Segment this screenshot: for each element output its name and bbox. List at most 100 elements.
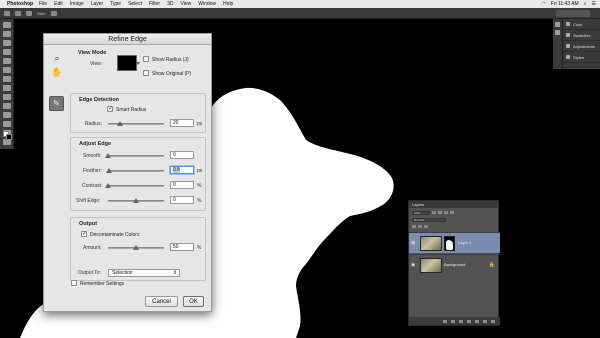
panel-item-adjustments[interactable]: Adjustments — [563, 41, 600, 52]
crop-tool-icon[interactable] — [2, 58, 11, 64]
remember-settings-checkbox[interactable] — [71, 280, 77, 286]
options-bar: Size: — [0, 8, 600, 19]
clock[interactable]: Fri 11:43 AM — [551, 1, 579, 7]
visibility-eye-icon[interactable]: ◉ — [411, 240, 415, 246]
smooth-slider[interactable] — [105, 153, 164, 158]
layers-tab[interactable]: Layers — [409, 201, 498, 208]
amount-slider-thumb[interactable] — [133, 245, 139, 250]
filter-type-icon[interactable] — [444, 211, 448, 214]
home-icon[interactable] — [4, 10, 10, 16]
shift-edge-field[interactable]: 0 — [170, 196, 194, 204]
contrast-field[interactable]: 0 — [170, 181, 194, 189]
show-original-checkbox[interactable] — [143, 70, 149, 76]
lasso-tool-icon[interactable] — [2, 40, 11, 46]
layer-row-layer-1[interactable]: ◉ Layer 1 — [409, 232, 500, 253]
adjustment-layer-icon[interactable] — [467, 319, 471, 323]
radius-slider[interactable] — [108, 121, 164, 126]
link-layers-icon[interactable] — [443, 319, 447, 323]
feather-slider-thumb[interactable] — [106, 168, 113, 173]
view-label: View: — [90, 61, 103, 67]
history-brush-tool-icon[interactable] — [2, 103, 11, 109]
panel-item-styles[interactable]: Styles — [563, 52, 600, 63]
feather-field[interactable]: 0.5 — [170, 166, 194, 174]
hand-icon[interactable]: ✋ — [51, 66, 63, 78]
menu-layer[interactable]: Layer — [91, 1, 104, 7]
brush-size-picker[interactable] — [50, 10, 57, 16]
layer-row-background[interactable]: ◉ Background 🔒 — [409, 254, 500, 275]
filter-pixel-icon[interactable] — [432, 211, 436, 214]
smooth-slider-thumb[interactable] — [105, 153, 111, 158]
menu-edit[interactable]: Edit — [54, 1, 63, 7]
radius-field[interactable]: 20 — [170, 119, 194, 127]
new-layer-icon[interactable] — [483, 319, 487, 323]
marquee-tool-icon[interactable] — [2, 31, 11, 37]
feather-slider[interactable] — [106, 168, 164, 173]
smart-radius-checkbox[interactable]: ✓ — [107, 106, 113, 112]
menu-filter[interactable]: Filter — [149, 1, 160, 7]
menu-type[interactable]: Type — [110, 1, 121, 7]
kind-filter-dropdown[interactable]: Kind — [412, 210, 430, 215]
amount-field[interactable]: 50 — [170, 243, 194, 251]
brush-tool-icon[interactable] — [2, 85, 11, 91]
layers-panel: Layers Kind Normal ◉ Layer 1 ◉ Backgroun… — [408, 200, 500, 326]
swatches-icon — [566, 33, 570, 37]
panel-item-swatches[interactable]: Swatches — [563, 30, 600, 41]
menu-select[interactable]: Select — [128, 1, 142, 7]
zoom-icon[interactable]: ⌕ — [51, 52, 63, 64]
panel-item-label: Styles — [573, 54, 584, 60]
lock-all-icon[interactable] — [424, 225, 428, 228]
wifi-icon[interactable]: ◠ — [541, 1, 545, 7]
brush-preset-icon[interactable] — [15, 10, 21, 16]
gradient-tool-icon[interactable] — [2, 121, 11, 127]
stamp-tool-icon[interactable] — [2, 94, 11, 100]
contrast-slider-thumb[interactable] — [105, 183, 111, 188]
menu-app-name[interactable]: Photoshop — [7, 1, 33, 7]
layer-mask-thumbnail[interactable] — [444, 236, 455, 251]
amount-slider[interactable] — [108, 245, 164, 250]
contrast-slider[interactable] — [105, 183, 164, 188]
radius-slider-thumb[interactable] — [117, 121, 124, 126]
show-radius-checkbox[interactable] — [143, 56, 149, 62]
decontaminate-checkbox[interactable]: ✓ — [81, 231, 87, 237]
menu-image[interactable]: Image — [70, 1, 84, 7]
output-to-label: Output To: — [78, 270, 101, 276]
notifications-icon[interactable]: ☰ — [592, 1, 596, 7]
blend-mode-dropdown[interactable]: Normal — [412, 217, 446, 222]
quick-selection-tool-icon[interactable] — [2, 49, 11, 55]
new-group-icon[interactable] — [475, 319, 479, 323]
smooth-field[interactable]: 0 — [170, 151, 194, 159]
view-mode-picker[interactable] — [117, 55, 140, 71]
lock-icon: 🔒 — [488, 262, 495, 268]
lock-position-icon[interactable] — [418, 225, 422, 228]
properties-panel-icon[interactable] — [555, 30, 560, 35]
shift-edge-slider-thumb[interactable] — [133, 198, 139, 203]
menu-3d[interactable]: 3D — [167, 1, 173, 7]
filter-adjustment-icon[interactable] — [438, 211, 442, 214]
eraser-tool-icon[interactable] — [2, 112, 11, 118]
menu-window[interactable]: Window — [198, 1, 216, 7]
spotlight-icon[interactable]: ⌕ — [584, 1, 587, 7]
dialog-title[interactable]: Refine Edge — [44, 34, 211, 45]
trash-icon[interactable] — [491, 319, 495, 323]
menu-view[interactable]: View — [181, 1, 192, 7]
add-mask-icon[interactable] — [459, 319, 463, 323]
visibility-eye-icon[interactable]: ◉ — [411, 262, 415, 268]
cancel-button[interactable]: Cancel — [145, 296, 178, 307]
layer-style-icon[interactable] — [451, 319, 455, 323]
move-tool-icon[interactable] — [2, 22, 11, 28]
menu-help[interactable]: Help — [223, 1, 233, 7]
eyedropper-tool-icon[interactable] — [2, 67, 11, 73]
history-panel-icon[interactable] — [555, 22, 560, 27]
lock-pixels-icon[interactable] — [412, 225, 416, 228]
output-to-select[interactable]: Selection ⇕ — [108, 269, 180, 277]
menu-file[interactable]: File — [39, 1, 47, 7]
panel-item-color[interactable]: Color — [563, 19, 600, 30]
background-color-swatch[interactable] — [6, 134, 12, 140]
brush-mode-icon[interactable] — [26, 10, 32, 16]
shift-edge-slider[interactable] — [108, 198, 164, 203]
healing-tool-icon[interactable] — [2, 76, 11, 82]
refine-radius-brush-icon[interactable]: ✎ — [49, 96, 64, 111]
filter-shape-icon[interactable] — [450, 211, 454, 214]
workspace-switcher[interactable] — [556, 10, 590, 17]
ok-button[interactable]: OK — [183, 296, 204, 307]
